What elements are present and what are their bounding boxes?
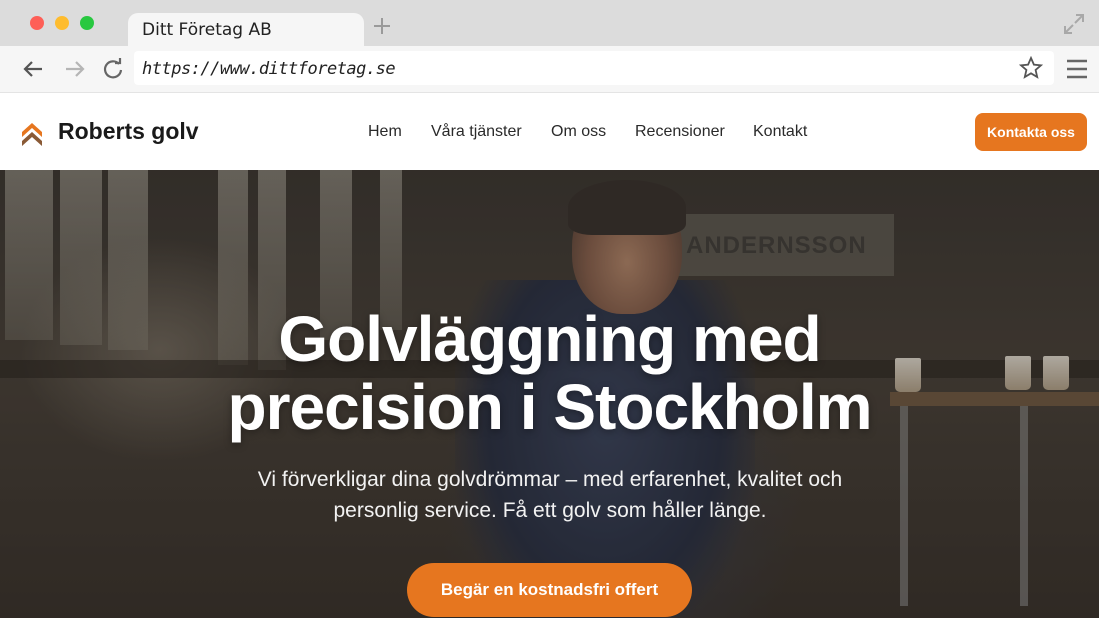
contact-button[interactable]: Kontakta oss (975, 113, 1087, 151)
browser-tab[interactable]: Ditt Företag AB (128, 13, 364, 46)
hero-section: ANDERNSSON Golvläggning med precision i … (0, 170, 1099, 618)
tab-title: Ditt Företag AB (142, 20, 272, 40)
minimize-window-button[interactable] (55, 16, 69, 30)
hero-subtitle: Vi förverkligar dina golvdrömmar – med e… (200, 464, 900, 526)
logo-chevron-icon[interactable] (20, 120, 44, 146)
hero-subtitle-line: Vi förverkligar dina golvdrömmar – med e… (257, 468, 843, 491)
maximize-window-button[interactable] (80, 16, 94, 30)
new-tab-icon[interactable] (372, 16, 392, 36)
free-quote-button[interactable]: Begär en kostnadsfri offert (407, 563, 692, 617)
nav-link-om-oss[interactable]: Om oss (551, 123, 606, 141)
reload-icon[interactable] (102, 58, 124, 80)
browser-window: Ditt Företag AB https://www.dittforetag.… (0, 0, 1099, 618)
bookmark-star-icon[interactable] (1019, 56, 1043, 80)
brand-name[interactable]: Roberts golv (58, 118, 199, 145)
hero-title-line: Golvläggning med (278, 303, 821, 375)
close-window-button[interactable] (30, 16, 44, 30)
nav-link-hem[interactable]: Hem (368, 123, 402, 141)
url-text: https://www.dittforetag.se (142, 59, 396, 79)
back-arrow-icon[interactable] (22, 58, 44, 80)
hero-subtitle-line: personlig service. Få ett golv som hålle… (333, 499, 767, 522)
nav-link-kontakt[interactable]: Kontakt (753, 123, 807, 141)
hamburger-menu-icon[interactable] (1065, 58, 1089, 80)
tab-bar: Ditt Företag AB (0, 0, 1099, 46)
nav-link-tjanster[interactable]: Våra tjänster (431, 123, 522, 141)
url-field[interactable]: https://www.dittforetag.se (134, 51, 1054, 85)
fullscreen-icon[interactable] (1062, 12, 1086, 36)
hero-title-line: precision i Stockholm (227, 371, 872, 443)
hero-title: Golvläggning med precision i Stockholm (0, 305, 1099, 441)
forward-arrow-icon[interactable] (64, 58, 86, 80)
nav-link-recensioner[interactable]: Recensioner (635, 123, 725, 141)
